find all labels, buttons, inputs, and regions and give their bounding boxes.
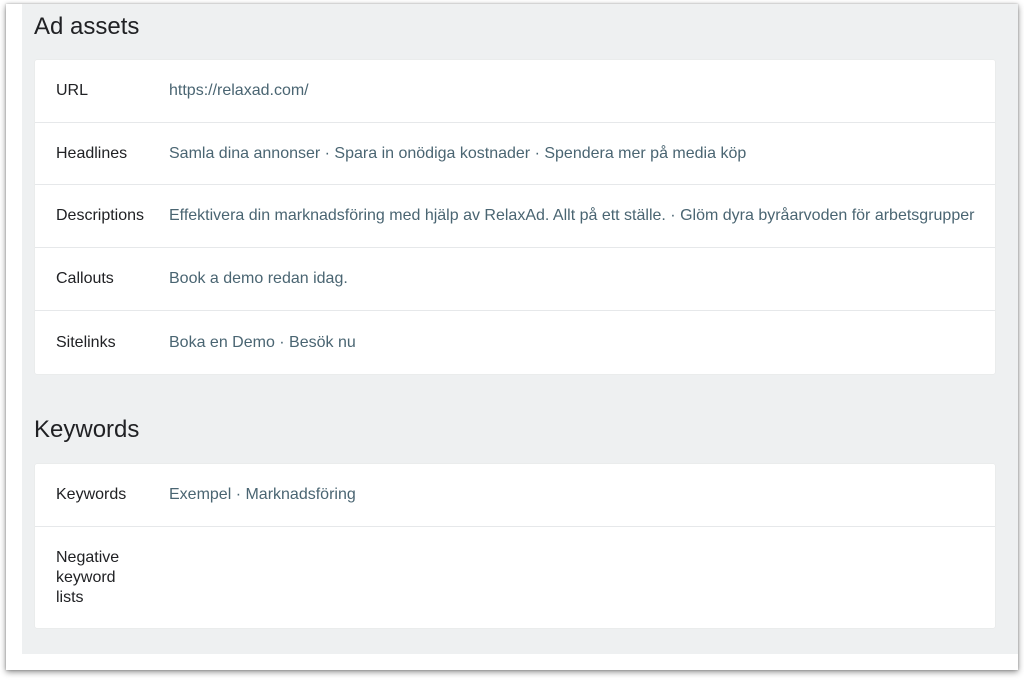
asset-row-headlines: Headlines Samla dina annonser · Spara in… xyxy=(35,123,995,185)
ad-assets-title: Ad assets xyxy=(34,13,140,40)
url-value: https://relaxad.com/ xyxy=(169,82,309,99)
row-label: Callouts xyxy=(56,270,114,287)
page-canvas: Ad assets URL https://relaxad.com/ Headl… xyxy=(22,4,1018,654)
row-label: Sitelinks xyxy=(56,333,116,351)
keyword-row-keywords: Keywords Exempel · Marknadsföring xyxy=(35,464,995,527)
headlines-value: Samla dina annonser · Spara in onödiga k… xyxy=(169,144,747,162)
row-label: Headlines xyxy=(56,144,128,162)
row-label: URL xyxy=(56,82,89,99)
sitelinks-value: Boka en Demo · Besök nu xyxy=(169,333,356,351)
keywords-card: Keywords Exempel · Marknadsföring Negati… xyxy=(35,464,995,628)
asset-row-sitelinks: Sitelinks Boka en Demo · Besök nu xyxy=(35,311,995,374)
screenshot-frame: Ad assets URL https://relaxad.com/ Headl… xyxy=(6,4,1018,670)
keywords-title: Keywords xyxy=(34,416,140,443)
asset-row-descriptions: Descriptions Effektivera din marknadsför… xyxy=(35,185,995,248)
row-label: Keywords xyxy=(56,486,127,503)
keywords-value: Exempel · Marknadsföring xyxy=(169,486,356,503)
ad-assets-card: URL https://relaxad.com/ Headlines Samla… xyxy=(35,60,995,374)
callouts-value: Book a demo redan idag. xyxy=(169,270,348,287)
asset-row-url: URL https://relaxad.com/ xyxy=(35,60,995,123)
asset-row-callouts: Callouts Book a demo redan idag. xyxy=(35,248,995,311)
row-label: Negative keyword lists xyxy=(56,549,120,606)
row-label: Descriptions xyxy=(56,207,145,224)
keyword-row-negative-lists: Negative keyword lists xyxy=(35,527,995,628)
descriptions-value: Effektivera din marknadsföring med hjälp… xyxy=(169,207,975,224)
